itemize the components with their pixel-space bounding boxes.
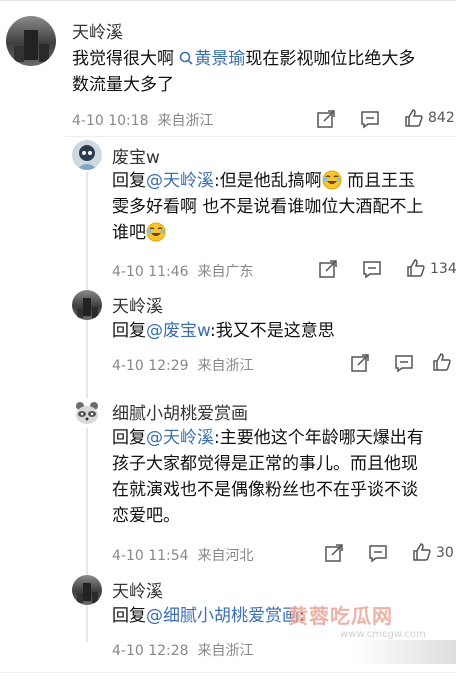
reply-text-part: 雯多好看啊 也不是说看谁咖位大酒配不上 [112, 197, 424, 217]
share-icon[interactable] [318, 259, 338, 279]
search-mention[interactable]: 黄景瑜 [179, 49, 245, 69]
top-divider [0, 0, 456, 1]
share-icon[interactable] [316, 109, 336, 129]
like-icon[interactable] [432, 352, 452, 372]
reply-text: 回复@废宝w:我又不是这意思 [112, 318, 452, 344]
share-icon[interactable] [350, 353, 370, 373]
comment-icon[interactable] [360, 109, 380, 129]
reply-label: 回复 [112, 428, 146, 448]
comment-icon[interactable] [394, 353, 414, 373]
reply-date: 4-10 11:46 [112, 264, 189, 280]
reply-text-part: 而且王玉 [341, 171, 416, 191]
reply-username[interactable]: 废宝w [112, 143, 160, 168]
reply-meta: 4-10 11:46 来自广东 [112, 261, 253, 281]
reply-text-part: 恋爱吧。 [112, 506, 180, 526]
comment-date: 4-10 10:18 [72, 113, 149, 129]
reply-date: 4-10 12:29 [112, 358, 189, 374]
laugh-cry-emoji-icon [322, 170, 342, 190]
like-icon[interactable] [404, 108, 424, 128]
reply-text: 回复@天岭溪:主要他这个年龄哪天爆出有 孩子大家都觉得是正常的事儿。而且他现 在… [112, 425, 452, 529]
comment-text-part: 我觉得很大啊 [72, 49, 180, 69]
reply-text-part: :但是他乱搞啊 [214, 171, 322, 191]
reply-date: 4-10 11:54 [112, 548, 189, 564]
user-mention[interactable]: @细腻小胡桃爱赏画 [146, 606, 299, 626]
comment-text-part: 现在影视咖位比绝大多 [245, 49, 416, 69]
comment-text: 我觉得很大啊 黄景瑜现在影视咖位比绝大多 数流量大多了 [72, 46, 452, 98]
watermark: 黄蓉吃瓜网 [288, 604, 393, 628]
avatar[interactable] [6, 16, 56, 66]
watermark-overlay [352, 640, 456, 664]
like-count: 842 [428, 110, 455, 126]
reply-text-part: :我又不是这意思 [209, 321, 335, 341]
watermark-url: www.cmcgw.com [340, 629, 426, 640]
comment-icon[interactable] [368, 543, 388, 563]
like-icon[interactable] [406, 258, 426, 278]
user-mention[interactable]: @废宝w [146, 321, 210, 341]
comment-text-part: 数流量大多了 [72, 75, 174, 95]
comment-username[interactable]: 天岭溪 [72, 18, 123, 43]
reply-text-part: 在就演戏也不是偶像粉丝也不在乎谈不谈 [112, 480, 418, 500]
like-icon[interactable] [412, 542, 432, 562]
comment-meta: 4-10 10:18 来自浙江 [72, 110, 213, 130]
reply-username[interactable]: 天岭溪 [112, 292, 163, 317]
divider [64, 136, 456, 137]
reply-location: 来自河北 [197, 548, 254, 564]
avatar-skyline-icon [14, 30, 49, 62]
avatar-skyline-icon [77, 298, 98, 318]
reply-username[interactable]: 细腻小胡桃爱赏画 [112, 399, 248, 424]
reply-date: 4-10 12:28 [112, 643, 189, 659]
reply-location: 来自浙江 [197, 643, 254, 659]
avatar-cartoon-icon [72, 140, 102, 170]
laugh-cry-emoji-icon [146, 222, 166, 242]
reply-text: 回复@天岭溪:但是他乱搞啊 而且王玉 雯多好看啊 也不是说看谁咖位大酒配不上 谁… [112, 168, 452, 246]
comment-icon[interactable] [362, 259, 382, 279]
reply-meta: 4-10 11:54 来自河北 [112, 545, 253, 565]
avatar[interactable] [72, 290, 102, 320]
avatar[interactable] [72, 140, 102, 170]
reply-text-part: :主要他这个年龄哪天爆出有 [214, 428, 424, 448]
reply-text-part: 孩子大家都觉得是正常的事儿。而且他现 [112, 454, 418, 474]
avatar-skyline-icon [77, 583, 98, 603]
like-count: 134 [430, 261, 456, 277]
reply-username[interactable]: 天岭溪 [112, 577, 163, 602]
reply-meta: 4-10 12:28 来自浙江 [112, 640, 253, 660]
search-mention-label: 黄景瑜 [194, 49, 246, 69]
avatar[interactable] [72, 575, 102, 605]
reply-text-part: 谁吧 [112, 223, 146, 243]
reply-text: 回复@细腻小胡桃爱赏画: [112, 603, 452, 629]
reply-label: 回复 [112, 606, 146, 626]
user-mention[interactable]: @天岭溪 [146, 171, 214, 191]
reply-meta: 4-10 12:29 来自浙江 [112, 355, 253, 375]
user-mention[interactable]: @天岭溪 [146, 428, 214, 448]
reply-label: 回复 [112, 171, 146, 191]
comment-location: 来自浙江 [157, 113, 214, 129]
reply-label: 回复 [112, 321, 146, 341]
reply-location: 来自浙江 [197, 358, 254, 374]
avatar-raccoon-icon [76, 402, 98, 424]
like-count: 30 [436, 545, 454, 561]
reply-location: 来自广东 [197, 264, 254, 280]
bottom-divider [0, 672, 456, 673]
share-icon[interactable] [324, 543, 344, 563]
search-icon [180, 51, 193, 65]
avatar[interactable] [72, 398, 102, 428]
